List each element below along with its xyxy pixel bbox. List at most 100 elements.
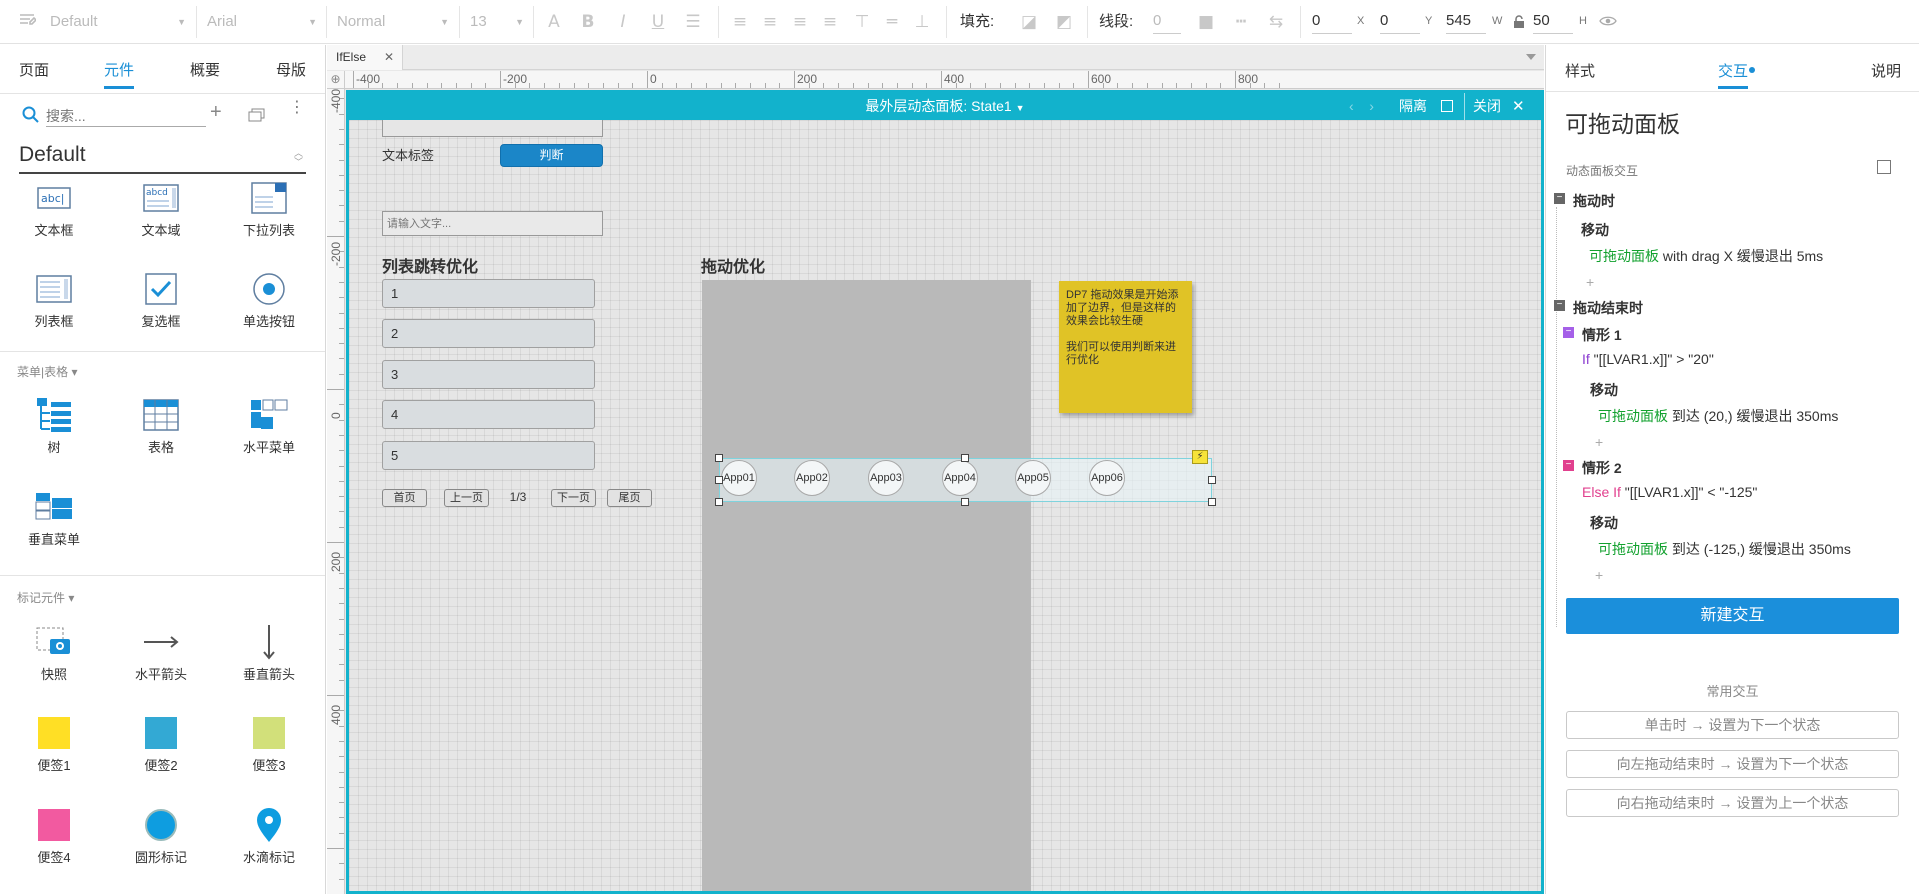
draggable-panel[interactable]: App01 App02 App03 App04 App05 App06 bbox=[719, 458, 1212, 502]
list-item[interactable]: 1 bbox=[382, 279, 595, 308]
list-item[interactable]: 4 bbox=[382, 400, 595, 429]
font-size-dropdown[interactable]: 13 ▼ bbox=[470, 8, 528, 36]
case-1-condition[interactable]: If "[[LVAR1.x]]" > "20" bbox=[1582, 351, 1714, 367]
app-icon[interactable]: App04 bbox=[942, 460, 978, 496]
app-icon[interactable]: App05 bbox=[1015, 460, 1051, 496]
first-page-button[interactable]: 首页 bbox=[382, 489, 427, 507]
resize-handle[interactable] bbox=[1208, 498, 1216, 506]
widget-dropdown[interactable]: 下拉列表 bbox=[219, 178, 319, 239]
align-center-icon[interactable]: ≡ bbox=[760, 12, 780, 32]
case-1[interactable]: 情形 1 bbox=[1582, 325, 1622, 345]
widget-sticky-2[interactable]: 便签2 bbox=[111, 713, 211, 774]
section-menus-tables[interactable]: 菜单|表格 ▾ bbox=[17, 363, 77, 380]
tab-masters[interactable]: 母版 bbox=[276, 59, 306, 80]
event-on-drag[interactable]: 拖动时 bbox=[1573, 191, 1615, 211]
height-field[interactable]: 50 bbox=[1533, 10, 1573, 34]
align-bottom-icon[interactable]: ⊥ bbox=[912, 12, 932, 32]
resize-handle[interactable] bbox=[715, 476, 723, 484]
tab-outline[interactable]: 概要 bbox=[190, 59, 220, 80]
action-move[interactable]: 移动 bbox=[1581, 220, 1609, 240]
list-item[interactable]: 2 bbox=[382, 319, 595, 348]
crosshair-icon[interactable]: ⊕ bbox=[327, 71, 345, 89]
widget-sticky-4[interactable]: 便签4 bbox=[4, 805, 104, 866]
collapse-icon[interactable]: − bbox=[1554, 300, 1565, 311]
add-action-icon[interactable]: + bbox=[1595, 567, 1603, 583]
widget-tree[interactable]: 树 bbox=[4, 395, 104, 456]
resize-handle[interactable] bbox=[715, 454, 723, 462]
align-justify-icon[interactable]: ≡ bbox=[820, 12, 840, 32]
new-interaction-button[interactable]: 新建交互 bbox=[1566, 598, 1899, 634]
next-page-button[interactable]: 下一页 bbox=[551, 489, 596, 507]
judge-button[interactable]: 判断 bbox=[500, 144, 603, 167]
action-detail[interactable]: 可拖动面板 with drag X 缓慢退出 5ms bbox=[1589, 246, 1823, 266]
last-page-button[interactable]: 尾页 bbox=[607, 489, 652, 507]
document-tab[interactable]: IfElse ✕ bbox=[327, 45, 403, 70]
close-panel-button[interactable]: 关闭 bbox=[1473, 93, 1501, 120]
font-weight-dropdown[interactable]: Normal ▼ bbox=[337, 8, 453, 36]
common-interaction-button[interactable]: 单击时 → 设置为下一个状态 bbox=[1566, 711, 1899, 739]
isolate-button[interactable]: 隔离 bbox=[1399, 93, 1427, 120]
chevron-updown-icon[interactable]: ︿ ﹀ bbox=[294, 149, 303, 167]
tab-pages[interactable]: 页面 bbox=[19, 59, 49, 80]
list-item[interactable]: 3 bbox=[382, 360, 595, 389]
resize-handle[interactable] bbox=[961, 454, 969, 462]
add-action-icon[interactable]: + bbox=[1586, 274, 1594, 290]
text-input[interactable] bbox=[382, 211, 603, 236]
visibility-eye-icon[interactable] bbox=[1599, 15, 1617, 30]
stroke-pattern-icon[interactable]: ┅ bbox=[1231, 12, 1251, 32]
collapse-icon[interactable]: − bbox=[1563, 327, 1574, 338]
app-icon[interactable]: App01 bbox=[721, 460, 757, 496]
x-field[interactable]: 0 bbox=[1312, 10, 1352, 34]
prev-page-button[interactable]: 上一页 bbox=[444, 489, 489, 507]
tab-style[interactable]: 样式 bbox=[1565, 60, 1595, 81]
library-manage-icon[interactable] bbox=[248, 108, 266, 125]
width-field[interactable]: 545 bbox=[1446, 10, 1486, 34]
widget-list-box[interactable]: 列表框 bbox=[4, 269, 104, 330]
tab-interactions[interactable]: 交互 bbox=[1718, 60, 1749, 89]
align-middle-icon[interactable]: ═ bbox=[882, 12, 902, 32]
close-icon[interactable]: ✕ bbox=[1512, 93, 1525, 120]
app-icon[interactable]: App06 bbox=[1089, 460, 1125, 496]
close-tab-icon[interactable]: ✕ bbox=[384, 45, 394, 69]
italic-icon[interactable]: I bbox=[613, 12, 633, 32]
underline-icon[interactable]: U bbox=[648, 12, 668, 32]
action-detail[interactable]: 可拖动面板 到达 (-125,) 缓慢退出 350ms bbox=[1598, 539, 1851, 559]
align-top-icon[interactable]: ⊤ bbox=[852, 12, 872, 32]
isolate-icon[interactable] bbox=[1441, 100, 1453, 112]
widget-horizontal-arrow[interactable]: 水平箭头 bbox=[111, 622, 211, 683]
lock-icon[interactable] bbox=[1513, 15, 1525, 32]
action-move[interactable]: 移动 bbox=[1590, 380, 1618, 400]
bold-icon[interactable]: B bbox=[578, 12, 598, 32]
font-color-icon[interactable]: A bbox=[544, 12, 564, 32]
widget-vertical-menu[interactable]: 垂直菜单 bbox=[4, 487, 104, 548]
event-on-drag-end[interactable]: 拖动结束时 bbox=[1573, 298, 1643, 318]
widget-checkbox[interactable]: 复选框 bbox=[111, 269, 211, 330]
resize-handle[interactable] bbox=[1208, 476, 1216, 484]
arrow-style-icon[interactable]: ⇆ bbox=[1266, 12, 1286, 32]
widget-drop-marker[interactable]: 水滴标记 bbox=[219, 805, 319, 866]
add-library-icon[interactable]: + bbox=[210, 101, 222, 124]
widget-radio[interactable]: 单选按钮 bbox=[219, 269, 319, 330]
widget-snapshot[interactable]: 快照 bbox=[4, 622, 104, 683]
widget-sticky-1[interactable]: 便签1 bbox=[4, 713, 104, 774]
widget-horizontal-menu[interactable]: 水平菜单 bbox=[219, 395, 319, 456]
stroke-color-icon[interactable]: ■ bbox=[1196, 12, 1216, 32]
app-icon[interactable]: App02 bbox=[794, 460, 830, 496]
common-interaction-button[interactable]: 向左拖动结束时 → 设置为下一个状态 bbox=[1566, 750, 1899, 778]
case-2[interactable]: 情形 2 bbox=[1582, 458, 1622, 478]
widget-vertical-arrow[interactable]: 垂直箭头 bbox=[219, 622, 319, 683]
widget-name[interactable]: 可拖动面板 bbox=[1565, 105, 1680, 139]
add-action-icon[interactable]: + bbox=[1595, 434, 1603, 450]
resize-handle[interactable] bbox=[715, 498, 723, 506]
bullet-list-icon[interactable]: ☰ bbox=[683, 12, 703, 32]
collapse-icon[interactable]: − bbox=[1563, 460, 1574, 471]
fill-color-icon[interactable]: ◪ bbox=[1019, 12, 1039, 32]
action-detail[interactable]: 可拖动面板 到达 (20,) 缓慢退出 350ms bbox=[1598, 406, 1838, 426]
tab-menu-icon[interactable] bbox=[1526, 54, 1536, 60]
app-icon[interactable]: App03 bbox=[868, 460, 904, 496]
list-item[interactable]: 5 bbox=[382, 441, 595, 470]
section-markup[interactable]: 标记元件 ▾ bbox=[17, 589, 74, 606]
widget-table[interactable]: 表格 bbox=[111, 395, 211, 456]
widget-text-field[interactable]: abc| 文本框 bbox=[4, 178, 104, 239]
expand-panel-icon[interactable] bbox=[1877, 160, 1891, 174]
